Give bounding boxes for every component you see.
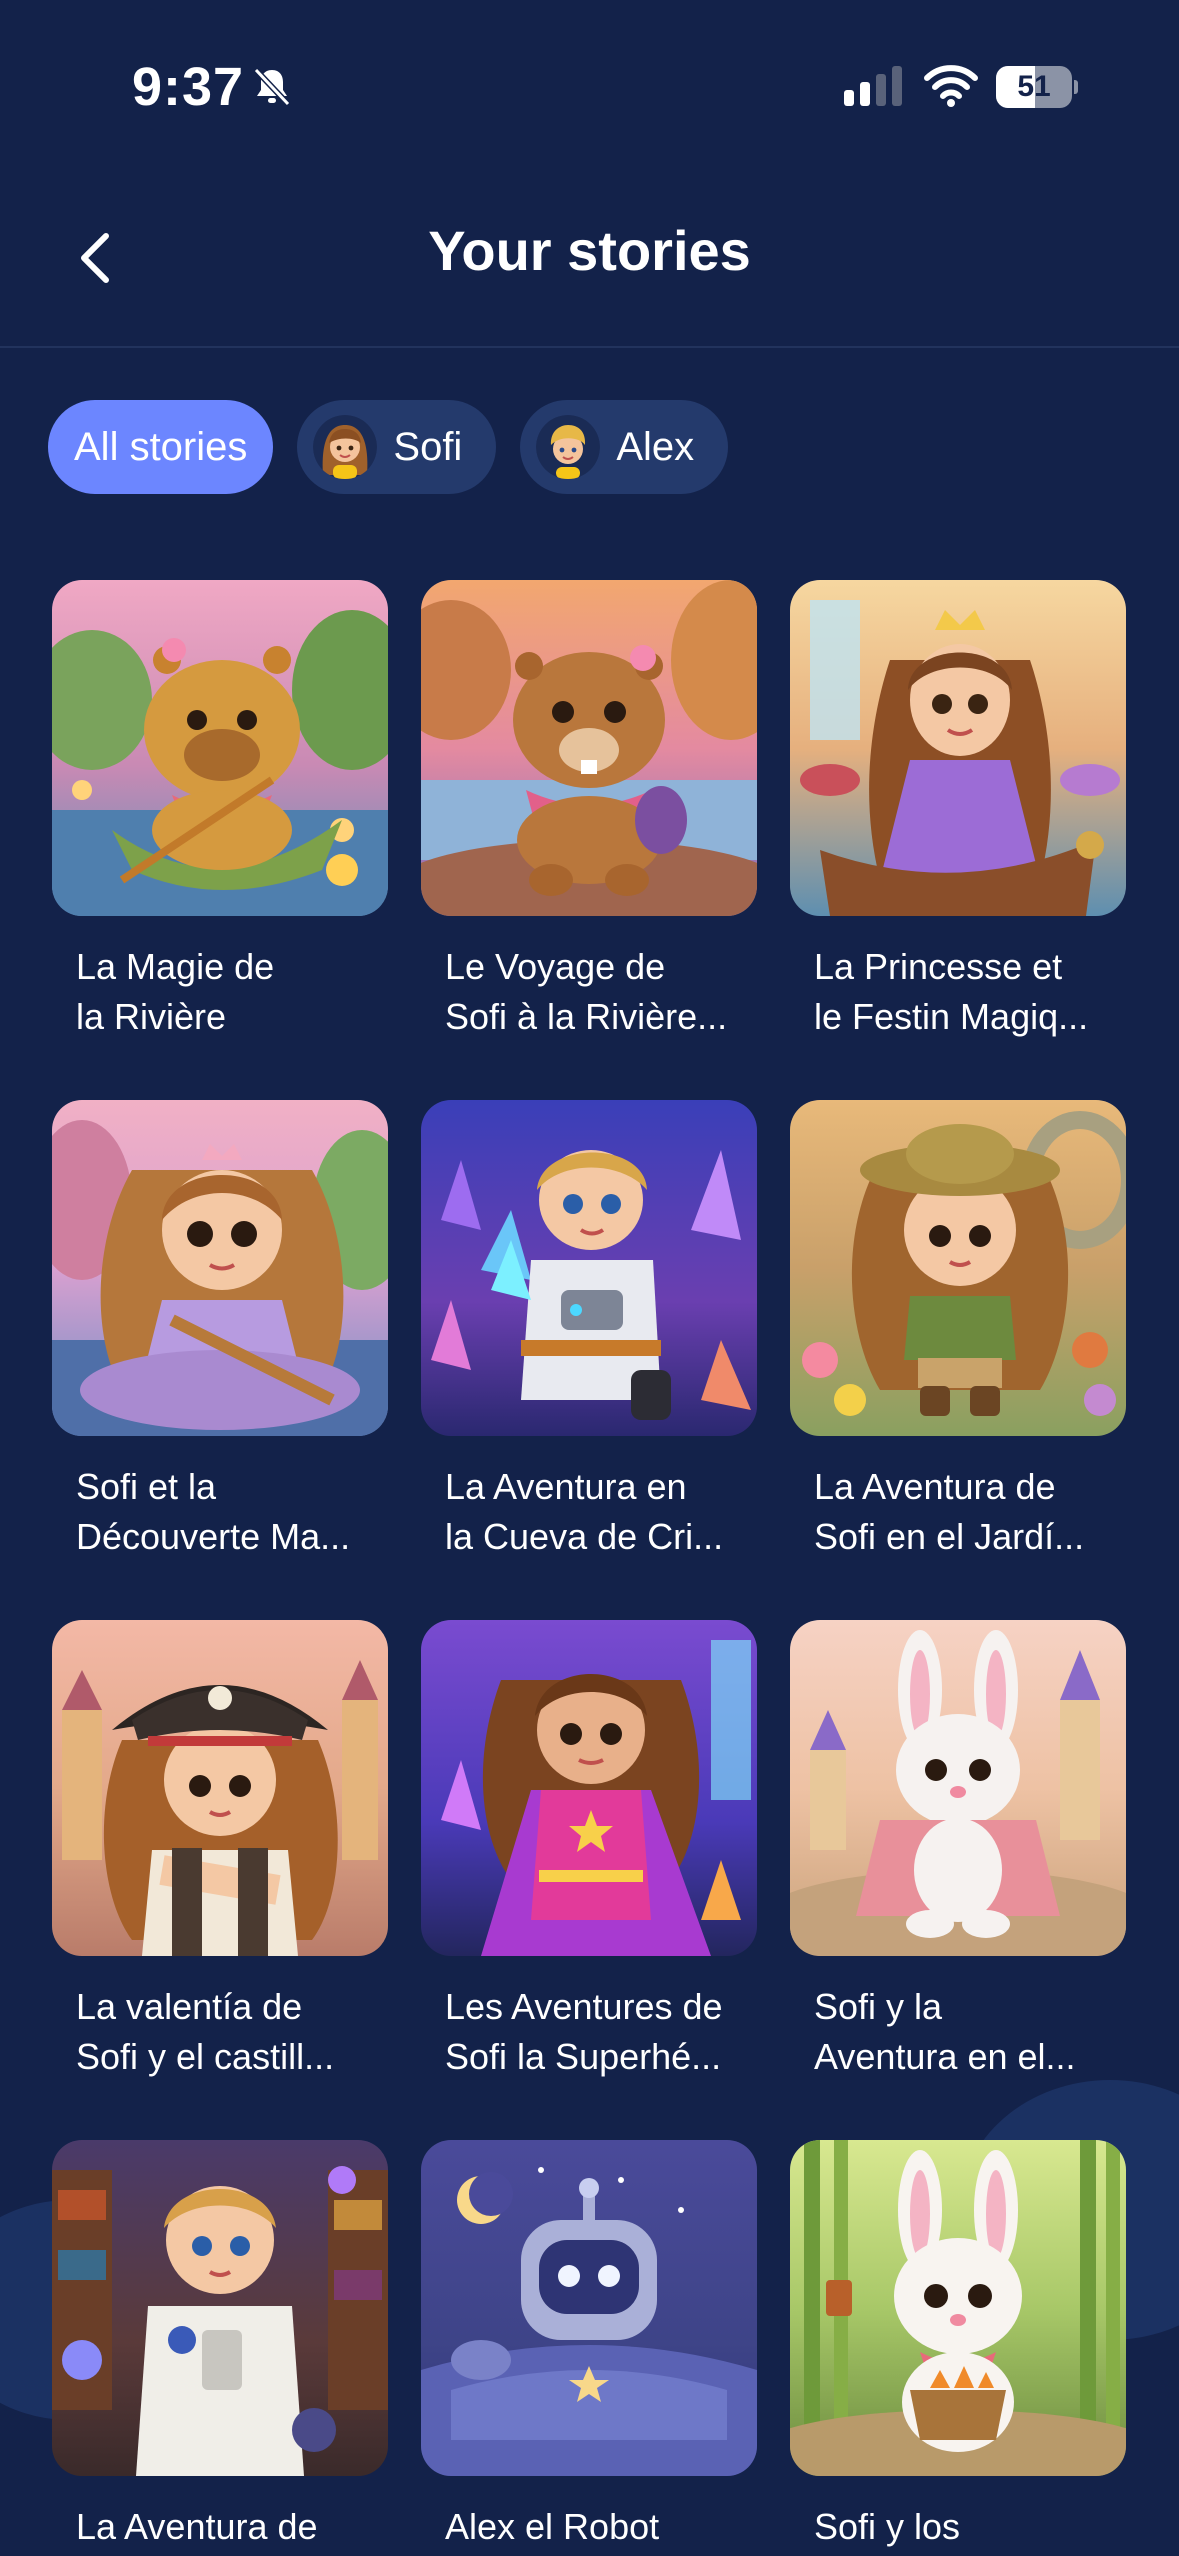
avatar: [313, 415, 378, 479]
story-card[interactable]: La Aventura de Sofi en el Jardí...: [790, 1100, 1126, 1560]
story-title: Le Voyage de Sofi à la Rivière...: [445, 946, 728, 1037]
story-title: La Aventura de Sofi en el Jardí...: [814, 1466, 1085, 1557]
princess-in-boat-illustration: [790, 580, 1126, 916]
story-title: Sofi y la Aventura en el...: [814, 1986, 1076, 2077]
filter-chip-alex[interactable]: Alex: [520, 400, 729, 494]
story-title: La Magie de la Rivière: [76, 946, 275, 1037]
filter-chip-sofi[interactable]: Sofi: [297, 400, 497, 494]
battery-body: 51: [996, 66, 1072, 108]
story-title: Sofi et la Découverte Ma...: [76, 1466, 351, 1557]
princess-rowing-illustration: [52, 1100, 388, 1436]
explorer-garden-illustration: [790, 1100, 1126, 1436]
bunny-bamboo-illustration: [790, 2140, 1126, 2476]
battery-cap: [1074, 80, 1078, 94]
superhero-girl-illustration: [421, 1620, 757, 1956]
filter-chip-label: All stories: [74, 424, 248, 469]
page-title: Your stories: [428, 219, 751, 282]
battery-indicator: 51: [996, 66, 1078, 108]
astronaut-crystal-cave-illustration: [421, 1100, 757, 1436]
story-card[interactable]: Sofi y la Aventura en el...: [790, 1620, 1126, 2080]
cellular-signal-icon: [844, 66, 902, 106]
story-card[interactable]: Le Voyage de Sofi à la Rivière...: [421, 580, 757, 1040]
story-card[interactable]: Sofi y los: [790, 2140, 1126, 2556]
filter-chips: All stories Sofi Alex: [48, 400, 729, 494]
bunny-castle-illustration: [790, 1620, 1126, 1956]
battery-level: 51: [1017, 70, 1051, 103]
stories-grid: La Magie de la Rivière Le Voyage de Sofi…: [52, 580, 1128, 2556]
avatar: [536, 415, 601, 479]
story-card[interactable]: Alex el Robot: [421, 2140, 757, 2556]
story-card[interactable]: Sofi et la Découverte Ma...: [52, 1100, 388, 1560]
beaver-by-river-illustration: [421, 580, 757, 916]
story-card[interactable]: La Magie de la Rivière: [52, 580, 388, 1040]
filter-chip-label: Sofi: [393, 424, 463, 469]
story-card[interactable]: La Princesse et le Festin Magiq...: [790, 580, 1126, 1040]
astronaut-library-illustration: [52, 2140, 388, 2476]
story-card[interactable]: La Aventura en la Cueva de Cri...: [421, 1100, 757, 1560]
header: Your stories: [0, 170, 1179, 348]
robot-bed-illustration: [421, 2140, 757, 2476]
story-card[interactable]: La Aventura de: [52, 2140, 388, 2556]
filter-chip-label: Alex: [616, 424, 695, 469]
story-title: La Princesse et le Festin Magiq...: [814, 946, 1089, 1037]
pirate-girl-illustration: [52, 1620, 388, 1956]
story-card[interactable]: Les Aventures de Sofi la Superhé...: [421, 1620, 757, 2080]
story-title: Les Aventures de Sofi la Superhé...: [445, 1986, 723, 2077]
story-title: La Aventura de: [76, 2506, 318, 2547]
capybara-in-boat-illustration: [52, 580, 388, 916]
filter-chip-all-stories[interactable]: All stories: [48, 400, 274, 494]
bell-muted-icon: [253, 67, 291, 107]
wifi-icon: [924, 65, 978, 107]
story-title: La Aventura en la Cueva de Cri...: [445, 1466, 724, 1557]
status-bar: 9:37 51: [0, 0, 1179, 170]
story-title: La valentía de Sofi y el castill...: [76, 1986, 335, 2077]
story-title: Alex el Robot: [445, 2506, 660, 2547]
story-title: Sofi y los: [814, 2506, 961, 2547]
screen: 9:37 51 Your stories All stories Sofi Al…: [0, 0, 1179, 2556]
status-time: 9:37: [132, 57, 245, 117]
story-card[interactable]: La valentía de Sofi y el castill...: [52, 1620, 388, 2080]
